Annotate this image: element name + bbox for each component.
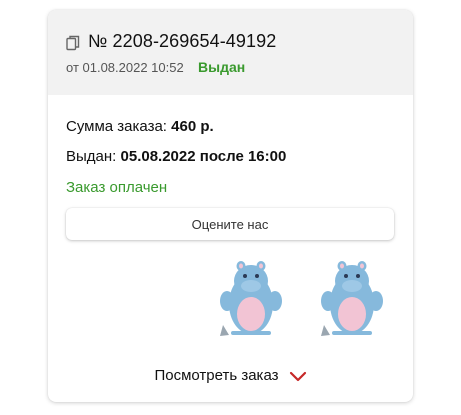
order-date: от 01.08.2022 10:52: [66, 60, 184, 75]
order-issued-value: 05.08.2022 после 16:00: [120, 148, 287, 165]
chevron-down-icon: [289, 369, 307, 382]
order-number: № 2208-269654-49192: [88, 31, 277, 51]
rate-us-button[interactable]: Оцените нас: [66, 208, 394, 240]
order-header: № 2208-269654-49192 от 01.08.2022 10:52 …: [48, 10, 413, 95]
view-order-toggle[interactable]: Посмотреть заказ: [48, 362, 413, 388]
status-badge: Выдан: [198, 59, 246, 75]
copy-icon[interactable]: [66, 35, 80, 51]
view-order-label: Посмотреть заказ: [154, 366, 279, 384]
order-sum-label: Сумма заказа:: [66, 118, 167, 135]
product-thumbnail[interactable]: [217, 255, 285, 345]
order-sum: Сумма заказа: 460 р.: [66, 118, 214, 135]
order-issued: Выдан: 05.08.2022 после 16:00: [66, 148, 286, 165]
product-thumbnail[interactable]: [318, 255, 386, 345]
order-card: № 2208-269654-49192 от 01.08.2022 10:52 …: [48, 10, 413, 402]
order-issued-label: Выдан:: [66, 148, 117, 165]
order-sum-value: 460 р.: [171, 118, 214, 135]
payment-status: Заказ оплачен: [66, 179, 168, 196]
